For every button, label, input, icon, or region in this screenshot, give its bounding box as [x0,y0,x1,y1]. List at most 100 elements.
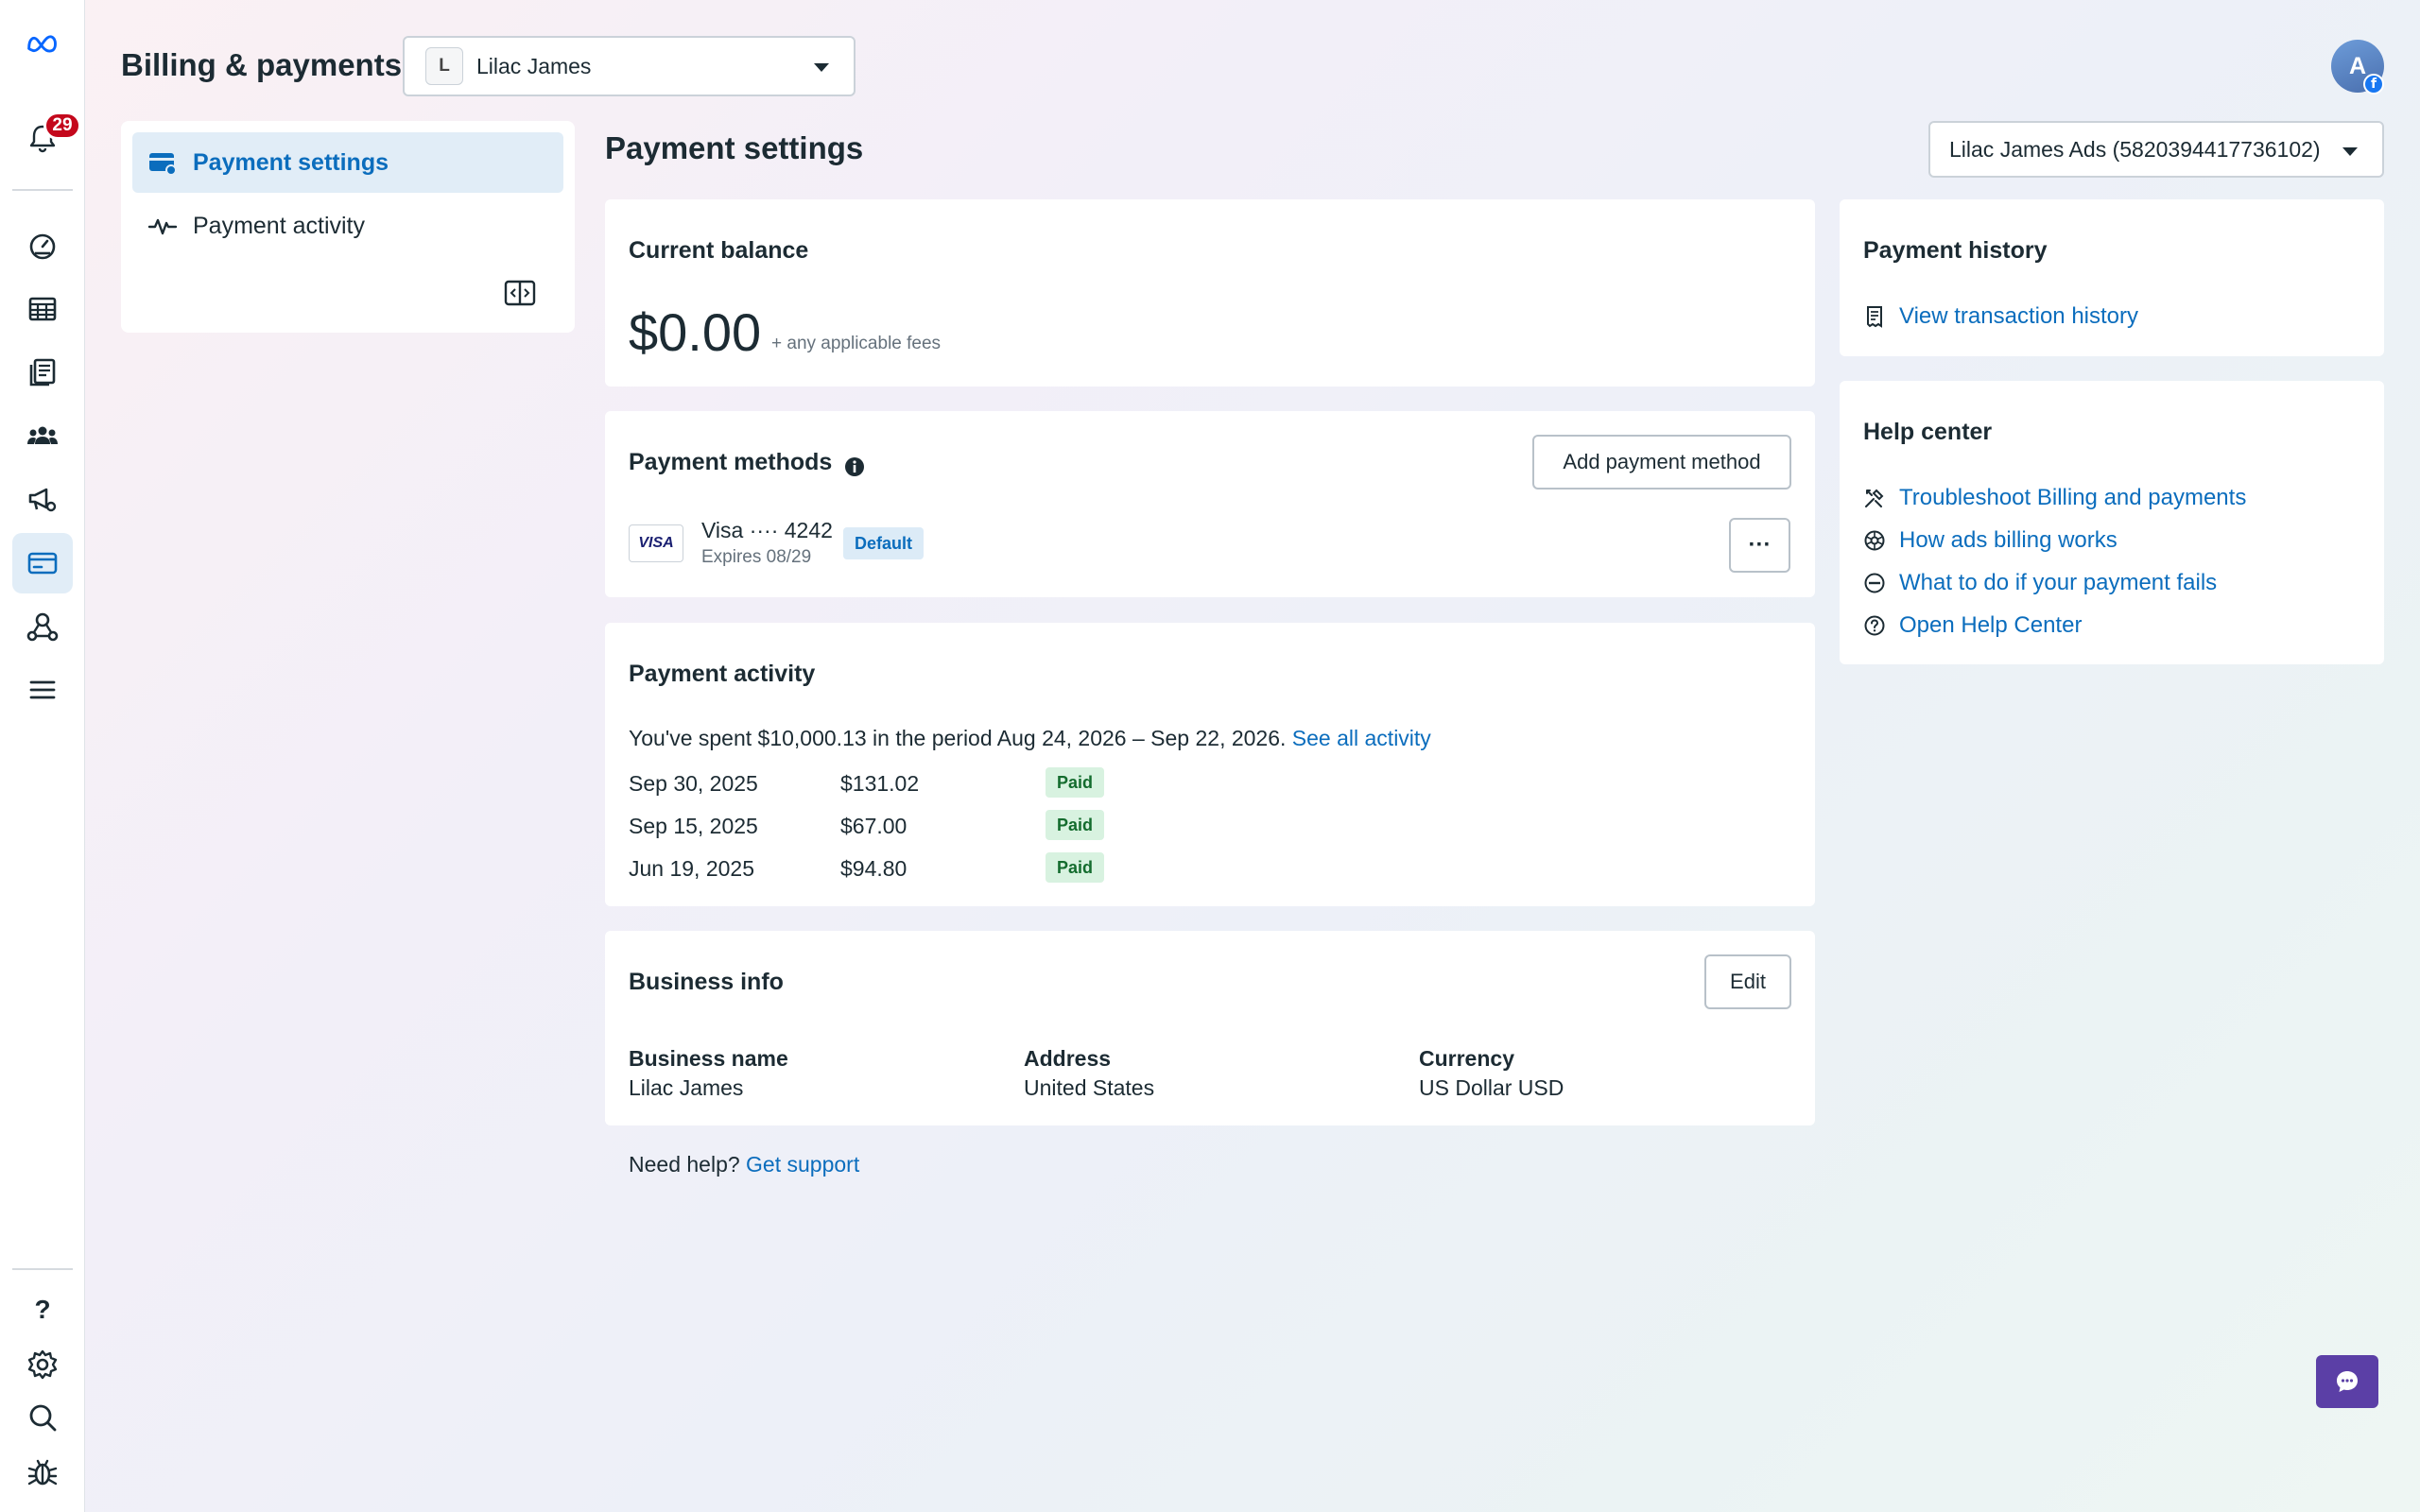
table-row: Sep 30, 2025 $131.02 Paid [629,767,1290,799]
payment-methods-card: Payment methods Add payment method VISA … [605,411,1815,597]
activity-amount: $67.00 [840,814,908,838]
receipt-icon [1867,306,1882,328]
help-link-billing-works[interactable]: How ads billing works [1863,527,2118,554]
field-value: US Dollar USD [1419,1075,1564,1100]
collapse-sidebar-icon[interactable] [504,280,536,306]
activity-date: Sep 15, 2025 [629,814,758,838]
card-name: Visa ···· 4242 [701,518,833,542]
help-link-payment-fails[interactable]: What to do if your payment fails [1863,570,2217,596]
nav-item-label: Payment settings [193,148,389,176]
chat-support-button[interactable] [2316,1355,2378,1408]
info-icon[interactable] [844,456,865,477]
address-field: Address United States [1024,1046,1154,1101]
card-title: Payment history [1863,237,2048,264]
link-label: What to do if your payment fails [1899,570,2218,595]
more-options-button[interactable]: ··· [1729,518,1790,573]
card-expiry: Expires 08/29 [701,547,812,567]
see-all-activity-link[interactable]: See all activity [1292,726,1431,750]
business-info-card: Business info Edit Business name Lilac J… [605,931,1815,1125]
field-label: Address [1024,1046,1112,1071]
network-icon[interactable] [12,596,73,657]
nav-item-payment-settings[interactable]: Payment settings [132,132,563,193]
nav-item-label: Payment activity [193,212,366,239]
pages-icon[interactable] [12,342,73,403]
card-title: Business info [629,969,784,995]
card-title: Help center [1863,419,1993,445]
activity-amount: $131.02 [840,771,920,796]
minus-circle-icon [1864,573,1885,593]
status-badge: Paid [1046,810,1105,840]
payment-settings-icon [149,153,177,176]
nav-item-payment-activity[interactable]: Payment activity [132,196,563,256]
help-center-card: Help center Troubleshoot Billing and pay… [1840,381,2384,664]
rail-divider [12,189,73,191]
field-value: United States [1024,1075,1155,1100]
currency-field: Currency US Dollar USD [1419,1046,1564,1101]
help-icon-glyph: ? [34,1295,51,1324]
ads-settings-icon[interactable] [12,469,73,529]
settings-icon[interactable] [12,1334,73,1395]
facebook-badge-icon: f [2363,74,2384,94]
help-icon[interactable]: ? [12,1280,73,1340]
need-help-text: Need help? Get support [629,1152,859,1177]
table-row: Sep 15, 2025 $67.00 Paid [629,810,1290,842]
edit-button[interactable]: Edit [1704,954,1791,1009]
view-transaction-history-link[interactable]: View transaction history [1863,303,2138,330]
rail-divider-bottom [12,1268,73,1270]
field-label: Currency [1419,1046,1514,1071]
activity-date: Jun 19, 2025 [629,856,755,881]
spend-summary-text: You've spent $10,000.13 in the period Au… [629,726,1287,750]
table-row: Jun 19, 2025 $94.80 Paid [629,852,1290,885]
section-title: Payment settings [605,130,864,165]
balance-amount: $0.00 [629,302,762,362]
default-badge: Default [843,527,925,559]
need-help-prefix: Need help? [629,1152,740,1177]
billing-gear-icon [1864,530,1885,551]
activity-amount: $94.80 [840,856,908,881]
link-label: How ads billing works [1899,527,2118,553]
status-badge: Paid [1046,852,1105,883]
bug-icon[interactable] [12,1442,73,1503]
table-icon[interactable] [12,279,73,339]
payment-history-card: Payment history View transaction history [1840,199,2384,356]
field-value: Lilac James [629,1075,744,1100]
status-badge: Paid [1046,767,1105,798]
business-account-selector[interactable]: L Lilac James [403,36,856,96]
card-title: Current balance [629,237,809,264]
add-payment-method-button[interactable]: Add payment method [1532,435,1791,490]
card-title: Payment activity [629,661,816,687]
link-label: Open Help Center [1899,612,2083,638]
left-nav-rail: 29 ? [0,0,85,1512]
activity-pulse-icon [147,218,178,235]
meta-logo-icon[interactable] [12,13,73,74]
balance-fees-note: + any applicable fees [771,334,942,353]
search-icon[interactable] [12,1387,73,1448]
link-label: View transaction history [1899,303,2139,329]
billing-icon[interactable] [12,533,73,593]
get-support-link[interactable]: Get support [746,1152,859,1177]
spend-summary: You've spent $10,000.13 in the period Au… [629,726,1431,751]
page-title: Billing & payments [121,47,403,82]
current-balance-card: Current balance $0.00 + any applicable f… [605,199,1815,387]
card-title: Payment methods [629,449,833,475]
field-label: Business name [629,1046,788,1071]
business-name-field: Business name Lilac James [629,1046,788,1101]
menu-icon[interactable] [12,660,73,720]
help-link-troubleshoot[interactable]: Troubleshoot Billing and payments [1863,485,2246,511]
audience-icon[interactable] [12,405,73,466]
ad-account-selector[interactable]: Lilac James Ads (5820394417736102) [1928,121,2384,178]
tools-icon [1865,489,1884,507]
help-link-open-help-center[interactable]: Open Help Center [1863,612,2082,639]
chat-bubble-icon [2337,1371,2358,1392]
account-letter-avatar: L [425,47,463,85]
payment-activity-card: Payment activity You've spent $10,000.13… [605,623,1815,906]
account-name: Lilac James [476,53,592,78]
visa-logo-icon: VISA [629,524,683,562]
link-label: Troubleshoot Billing and payments [1899,485,2247,510]
chevron-down-icon [2342,147,2358,156]
dashboard-icon[interactable] [12,215,73,276]
chevron-down-icon [814,63,829,72]
ad-account-name: Lilac James Ads (5820394417736102) [1949,136,2321,162]
question-circle-icon [1864,615,1885,636]
notification-count-badge: 29 [43,112,81,140]
